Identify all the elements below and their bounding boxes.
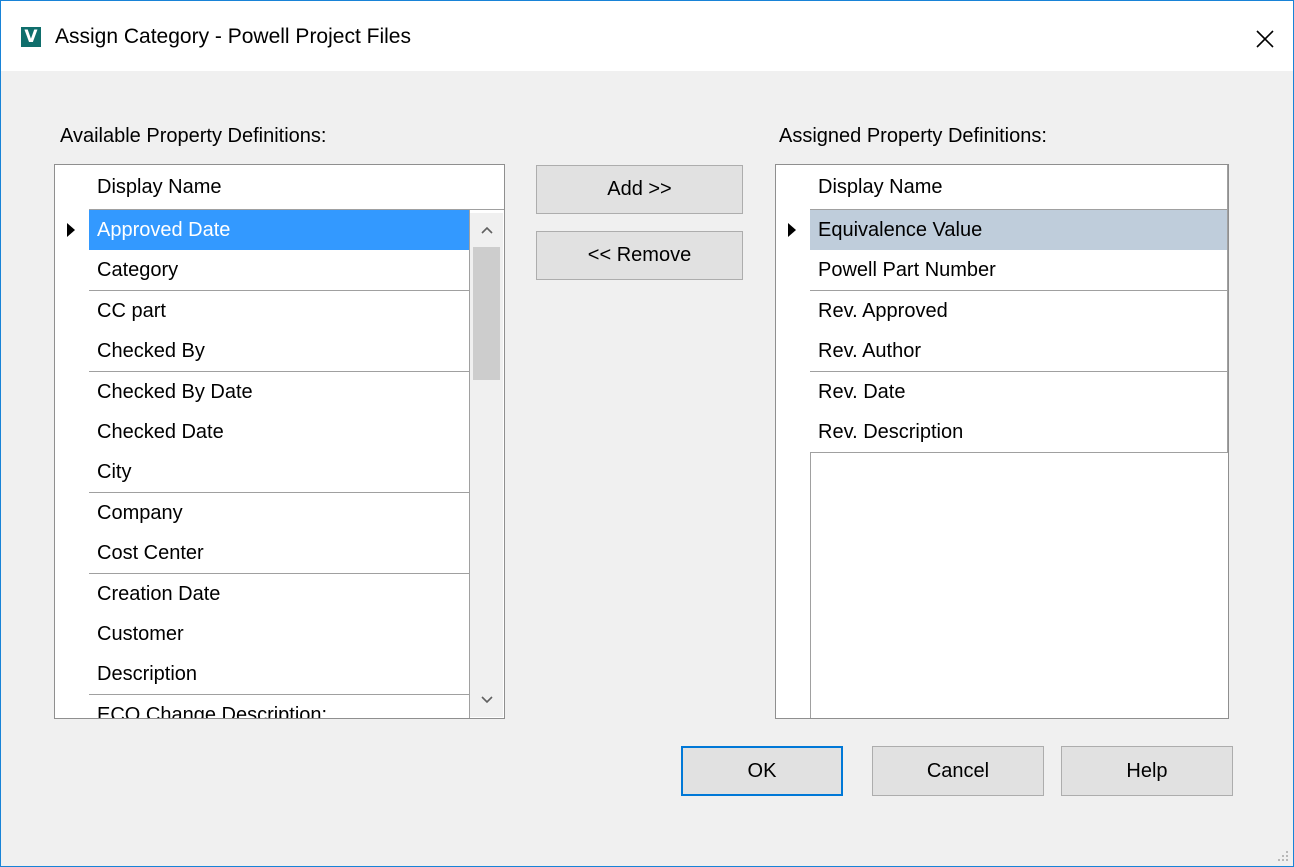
close-icon xyxy=(1256,30,1274,48)
dialog-title: Assign Category - Powell Project Files xyxy=(55,25,411,48)
available-list-label: Available Property Definitions: xyxy=(60,125,327,147)
list-item[interactable]: Checked By Date xyxy=(89,371,470,413)
list-item[interactable]: Checked Date xyxy=(89,412,470,453)
list-item[interactable]: Rev. Author xyxy=(810,331,1228,373)
assigned-list-label: Assigned Property Definitions: xyxy=(779,125,1047,147)
list-item[interactable]: Company xyxy=(89,492,470,534)
list-item[interactable]: Rev. Date xyxy=(810,371,1228,413)
current-row-indicator-icon xyxy=(788,223,796,237)
add-button[interactable]: Add >> xyxy=(536,165,743,214)
close-button[interactable] xyxy=(1237,17,1293,61)
scroll-thumb[interactable] xyxy=(473,247,500,380)
current-row-indicator-icon xyxy=(67,223,75,237)
chevron-down-icon xyxy=(480,696,493,704)
list-item[interactable]: Creation Date xyxy=(89,573,470,615)
list-item[interactable]: Rev. Description xyxy=(810,412,1228,453)
available-vertical-scrollbar[interactable] xyxy=(470,213,503,717)
scroll-down-button[interactable] xyxy=(470,683,503,717)
assign-category-dialog: V Assign Category - Powell Project Files… xyxy=(0,0,1294,867)
row-header-column xyxy=(55,165,90,718)
remove-button[interactable]: << Remove xyxy=(536,231,743,280)
list-item[interactable]: City xyxy=(89,452,470,494)
title-bar: V Assign Category - Powell Project Files xyxy=(1,1,1293,71)
list-item[interactable]: Customer xyxy=(89,614,470,655)
help-button[interactable]: Help xyxy=(1061,746,1233,796)
column-header-display-name[interactable]: Display Name xyxy=(89,165,504,210)
list-item[interactable]: CC part xyxy=(89,290,470,332)
ok-button[interactable]: OK xyxy=(681,746,843,796)
scroll-up-button[interactable] xyxy=(470,213,503,247)
list-item[interactable]: Approved Date xyxy=(89,210,470,251)
list-item[interactable]: Cost Center xyxy=(89,533,470,575)
list-item[interactable]: ECO Change Description: xyxy=(89,694,470,718)
list-item[interactable]: Powell Part Number xyxy=(810,250,1228,292)
list-item[interactable]: Category xyxy=(89,250,470,292)
resize-grip-icon[interactable] xyxy=(1277,850,1289,862)
chevron-up-icon xyxy=(480,226,493,234)
list-item[interactable]: Equivalence Value xyxy=(810,210,1228,251)
cancel-button[interactable]: Cancel xyxy=(872,746,1044,796)
column-header-display-name[interactable]: Display Name xyxy=(810,165,1228,210)
list-item[interactable]: Description xyxy=(89,654,470,696)
list-item[interactable]: Rev. Approved xyxy=(810,290,1228,332)
available-properties-grid[interactable]: Display Name Approved Date Category CC par… xyxy=(54,164,505,719)
row-header-column xyxy=(776,165,811,718)
assigned-properties-grid[interactable]: Display Name Equivalence Value Powell Par… xyxy=(775,164,1229,719)
vault-app-icon: V xyxy=(21,27,41,47)
list-item[interactable]: Checked By xyxy=(89,331,470,373)
